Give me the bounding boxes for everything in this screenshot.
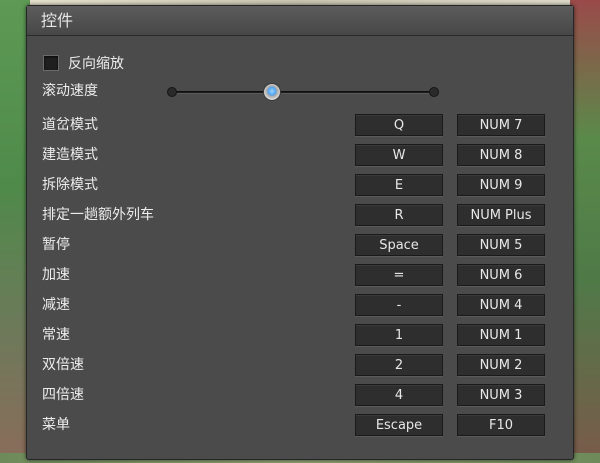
primary-key-button[interactable]: Escape — [355, 414, 443, 436]
secondary-key-button[interactable]: NUM 4 — [457, 294, 545, 316]
action-label: 拆除模式 — [42, 177, 98, 193]
primary-key-button[interactable]: 1 — [355, 324, 443, 346]
secondary-key-button[interactable]: NUM 8 — [457, 144, 545, 166]
action-label: 排定一趟额外列车 — [42, 207, 154, 223]
action-label: 常速 — [42, 327, 70, 343]
action-label: 加速 — [42, 267, 70, 283]
primary-key-button[interactable]: R — [355, 204, 443, 226]
primary-key-button[interactable]: W — [355, 144, 443, 166]
action-label: 暂停 — [42, 237, 70, 253]
background-right — [570, 0, 600, 463]
slider-track — [173, 91, 433, 94]
secondary-key-button[interactable]: NUM 3 — [457, 384, 545, 406]
secondary-key-button[interactable]: NUM 1 — [457, 324, 545, 346]
reverse-zoom-label: 反向缩放 — [68, 56, 124, 72]
action-label: 四倍速 — [42, 387, 84, 403]
secondary-key-button[interactable]: NUM 7 — [457, 114, 545, 136]
action-label: 道岔模式 — [42, 117, 98, 133]
panel-title: 控件 — [41, 11, 74, 30]
slider-min-end — [167, 87, 177, 97]
primary-key-button[interactable]: 4 — [355, 384, 443, 406]
secondary-key-button[interactable]: NUM 5 — [457, 234, 545, 256]
primary-key-button[interactable]: Space — [355, 234, 443, 256]
action-label: 建造模式 — [42, 147, 98, 163]
primary-key-button[interactable]: Q — [355, 114, 443, 136]
secondary-key-button[interactable]: F10 — [457, 414, 545, 436]
secondary-key-button[interactable]: NUM Plus — [457, 204, 545, 226]
slider-max-end — [429, 87, 439, 97]
action-label: 菜单 — [42, 417, 70, 433]
secondary-key-button[interactable]: NUM 6 — [457, 264, 545, 286]
action-label: 减速 — [42, 297, 70, 313]
slider-thumb[interactable] — [263, 83, 281, 101]
action-label: 双倍速 — [42, 357, 84, 373]
secondary-key-button[interactable]: NUM 9 — [457, 174, 545, 196]
controls-panel: 控件 反向缩放 滚动速度 道岔模式 Q NUM 7 建造模式 W NUM 8 拆除模式 E NU… — [26, 5, 574, 460]
primary-key-button[interactable]: 2 — [355, 354, 443, 376]
scroll-speed-slider[interactable] — [167, 82, 439, 102]
secondary-key-button[interactable]: NUM 2 — [457, 354, 545, 376]
primary-key-button[interactable]: E — [355, 174, 443, 196]
primary-key-button[interactable]: - — [355, 294, 443, 316]
title-bar: 控件 — [27, 6, 573, 36]
primary-key-button[interactable]: = — [355, 264, 443, 286]
scroll-speed-label: 滚动速度 — [42, 83, 98, 99]
reverse-zoom-checkbox[interactable] — [43, 55, 59, 71]
reverse-zoom-option[interactable]: 反向缩放 — [43, 53, 124, 73]
